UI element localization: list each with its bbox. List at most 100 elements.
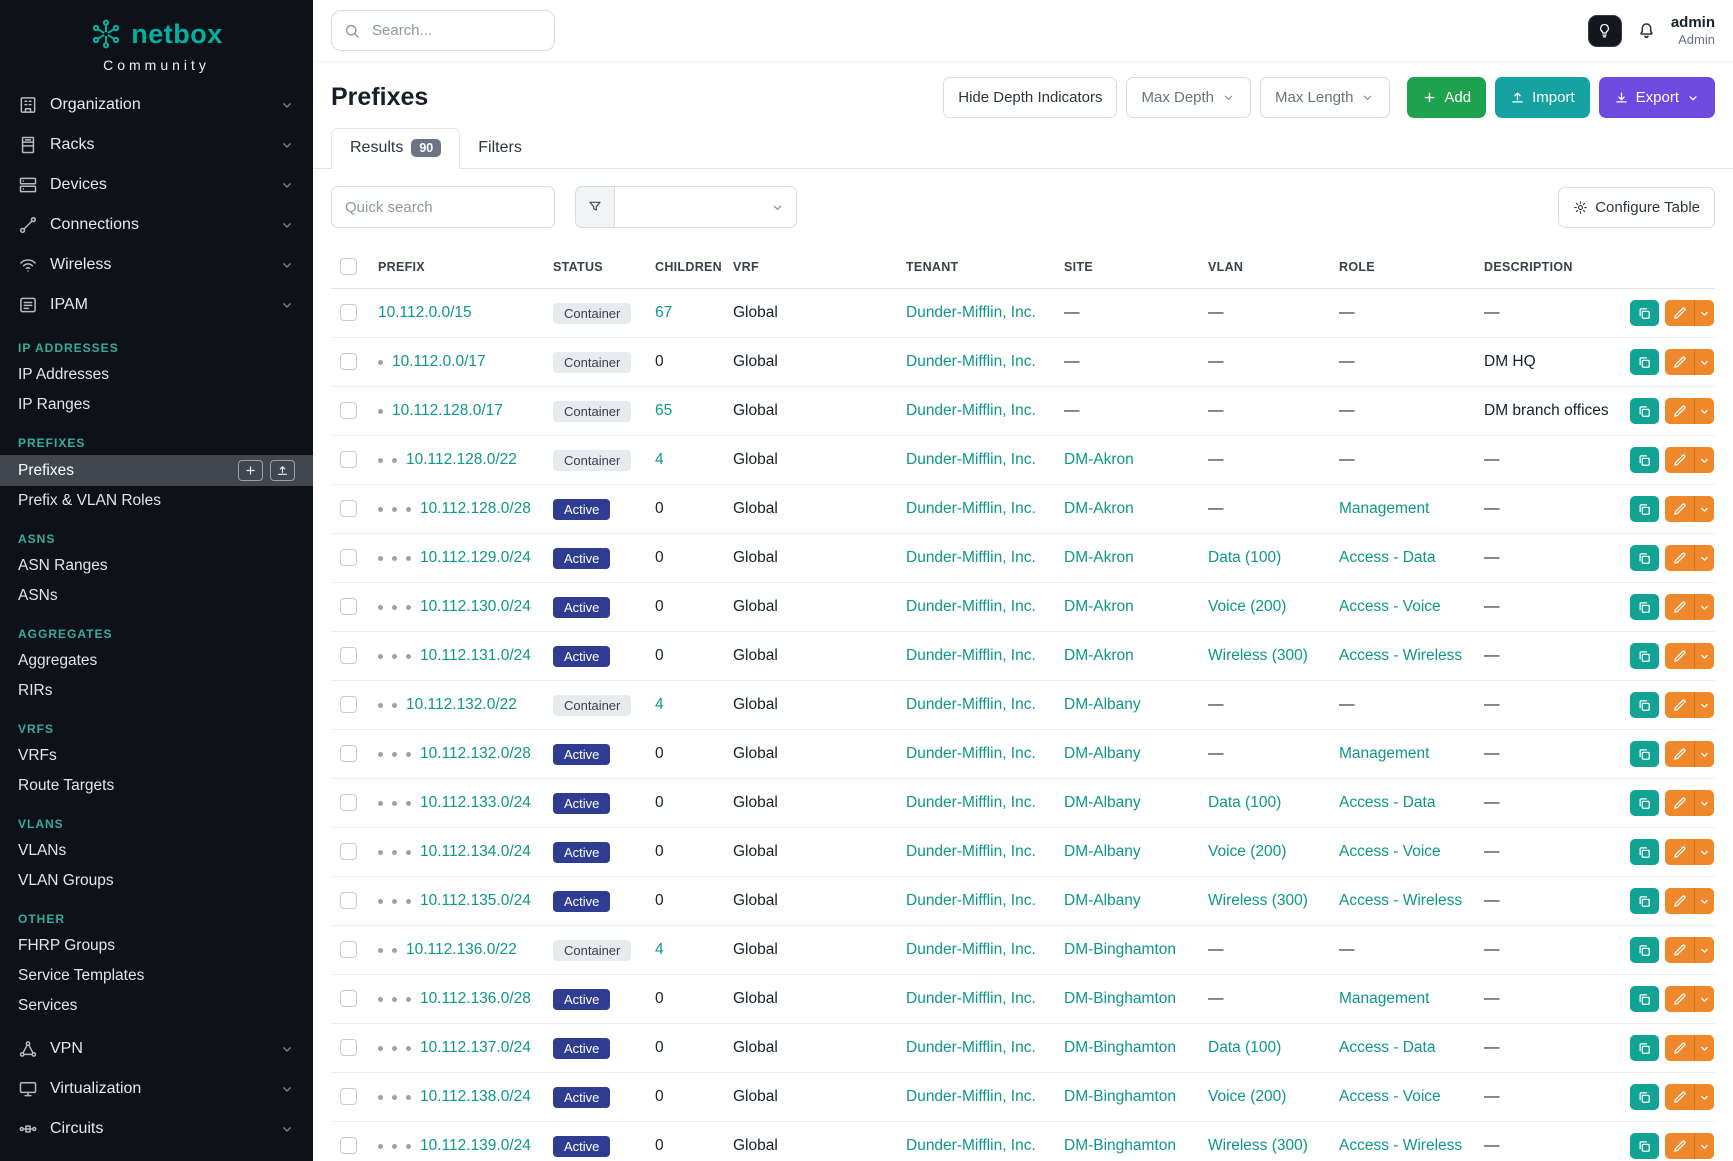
- prefix-link[interactable]: 10.112.132.0/22: [406, 696, 517, 714]
- row-checkbox[interactable]: [340, 353, 357, 370]
- role-link[interactable]: Access - Voice: [1339, 1088, 1441, 1105]
- configure-table-button[interactable]: Configure Table: [1558, 187, 1715, 228]
- clone-button[interactable]: [1630, 1084, 1659, 1110]
- edit-button[interactable]: [1665, 447, 1694, 473]
- sidebar-item-vpn[interactable]: VPN: [0, 1029, 313, 1069]
- row-checkbox[interactable]: [340, 745, 357, 762]
- edit-dropdown-button[interactable]: [1694, 398, 1714, 424]
- search-input[interactable]: [331, 10, 555, 51]
- sidebar-item-ip-addresses[interactable]: IP Addresses: [0, 360, 313, 390]
- role-link[interactable]: Access - Wireless: [1339, 647, 1462, 664]
- column-header-site[interactable]: SITE: [1055, 245, 1199, 289]
- add-button[interactable]: Add: [1407, 77, 1486, 118]
- clone-button[interactable]: [1630, 349, 1659, 375]
- sidebar-item-racks[interactable]: Racks: [0, 125, 313, 165]
- column-header-tenant[interactable]: TENANT: [897, 245, 1055, 289]
- prefix-link[interactable]: 10.112.0.0/15: [378, 304, 472, 322]
- vlan-link[interactable]: Voice (200): [1208, 843, 1286, 860]
- row-checkbox[interactable]: [340, 647, 357, 664]
- max-depth-dropdown[interactable]: Max Depth: [1126, 77, 1251, 118]
- tenant-link[interactable]: Dunder-Mifflin, Inc.: [906, 451, 1036, 468]
- sidebar-item-service-templates[interactable]: Service Templates: [0, 961, 313, 991]
- clone-button[interactable]: [1630, 692, 1659, 718]
- clone-button[interactable]: [1630, 496, 1659, 522]
- clone-button[interactable]: [1630, 300, 1659, 326]
- role-link[interactable]: Management: [1339, 745, 1429, 762]
- vlan-link[interactable]: Voice (200): [1208, 598, 1286, 615]
- role-link[interactable]: Access - Voice: [1339, 843, 1441, 860]
- quick-add-button[interactable]: [238, 460, 263, 481]
- row-checkbox[interactable]: [340, 500, 357, 517]
- edit-button[interactable]: [1665, 643, 1694, 669]
- site-link[interactable]: DM-Binghamton: [1064, 990, 1176, 1007]
- column-header-vrf[interactable]: VRF: [724, 245, 897, 289]
- site-link[interactable]: DM-Binghamton: [1064, 1039, 1176, 1056]
- site-link[interactable]: DM-Akron: [1064, 500, 1134, 517]
- edit-button[interactable]: [1665, 349, 1694, 375]
- vlan-link[interactable]: Wireless (300): [1208, 892, 1308, 909]
- edit-button[interactable]: [1665, 888, 1694, 914]
- vlan-link[interactable]: Voice (200): [1208, 1088, 1286, 1105]
- clone-button[interactable]: [1630, 643, 1659, 669]
- hide-depth-indicators-button[interactable]: Hide Depth Indicators: [943, 77, 1117, 118]
- prefix-link[interactable]: 10.112.134.0/24: [420, 843, 531, 861]
- tenant-link[interactable]: Dunder-Mifflin, Inc.: [906, 1088, 1036, 1105]
- sidebar-item-devices[interactable]: Devices: [0, 165, 313, 205]
- edit-button[interactable]: [1665, 594, 1694, 620]
- sidebar-item-asns[interactable]: ASNs: [0, 581, 313, 611]
- prefix-link[interactable]: 10.112.133.0/24: [420, 794, 531, 812]
- column-header-children[interactable]: CHILDREN: [646, 245, 724, 289]
- row-checkbox[interactable]: [340, 549, 357, 566]
- edit-dropdown-button[interactable]: [1694, 986, 1714, 1012]
- row-checkbox[interactable]: [340, 1137, 357, 1154]
- edit-dropdown-button[interactable]: [1694, 447, 1714, 473]
- quick-search-input[interactable]: [331, 186, 555, 228]
- sidebar-item-prefix-vlan-roles[interactable]: Prefix & VLAN Roles: [0, 486, 313, 516]
- row-checkbox[interactable]: [340, 304, 357, 321]
- sidebar-item-asn-ranges[interactable]: ASN Ranges: [0, 551, 313, 581]
- row-checkbox[interactable]: [340, 696, 357, 713]
- netbox-logo[interactable]: netbox Community: [0, 0, 313, 85]
- tenant-link[interactable]: Dunder-Mifflin, Inc.: [906, 941, 1036, 958]
- tenant-link[interactable]: Dunder-Mifflin, Inc.: [906, 794, 1036, 811]
- edit-dropdown-button[interactable]: [1694, 496, 1714, 522]
- prefix-link[interactable]: 10.112.135.0/24: [420, 892, 531, 910]
- site-link[interactable]: DM-Akron: [1064, 451, 1134, 468]
- saved-filter-select[interactable]: [615, 186, 797, 228]
- children-count[interactable]: 4: [655, 941, 664, 958]
- edit-button[interactable]: [1665, 300, 1694, 326]
- clone-button[interactable]: [1630, 594, 1659, 620]
- edit-dropdown-button[interactable]: [1694, 741, 1714, 767]
- prefix-link[interactable]: 10.112.0.0/17: [392, 353, 486, 371]
- prefix-link[interactable]: 10.112.138.0/24: [420, 1088, 531, 1106]
- prefix-link[interactable]: 10.112.128.0/17: [392, 402, 503, 420]
- export-button[interactable]: Export: [1599, 77, 1715, 118]
- site-link[interactable]: DM-Albany: [1064, 745, 1141, 762]
- filter-button[interactable]: [575, 186, 615, 228]
- row-checkbox[interactable]: [340, 843, 357, 860]
- tenant-link[interactable]: Dunder-Mifflin, Inc.: [906, 598, 1036, 615]
- prefix-link[interactable]: 10.112.136.0/28: [420, 990, 531, 1008]
- row-checkbox[interactable]: [340, 451, 357, 468]
- edit-button[interactable]: [1665, 398, 1694, 424]
- edit-dropdown-button[interactable]: [1694, 790, 1714, 816]
- sidebar-item-prefixes[interactable]: Prefixes: [0, 455, 313, 486]
- tenant-link[interactable]: Dunder-Mifflin, Inc.: [906, 402, 1036, 419]
- children-count[interactable]: 65: [655, 402, 672, 419]
- vlan-link[interactable]: Data (100): [1208, 1039, 1281, 1056]
- vlan-link[interactable]: Wireless (300): [1208, 1137, 1308, 1154]
- row-checkbox[interactable]: [340, 941, 357, 958]
- clone-button[interactable]: [1630, 545, 1659, 571]
- role-link[interactable]: Access - Wireless: [1339, 1137, 1462, 1154]
- site-link[interactable]: DM-Akron: [1064, 598, 1134, 615]
- tenant-link[interactable]: Dunder-Mifflin, Inc.: [906, 549, 1036, 566]
- notifications-button[interactable]: [1636, 20, 1657, 41]
- prefix-link[interactable]: 10.112.132.0/28: [420, 745, 531, 763]
- tenant-link[interactable]: Dunder-Mifflin, Inc.: [906, 745, 1036, 762]
- clone-button[interactable]: [1630, 447, 1659, 473]
- edit-button[interactable]: [1665, 986, 1694, 1012]
- clone-button[interactable]: [1630, 1035, 1659, 1061]
- tenant-link[interactable]: Dunder-Mifflin, Inc.: [906, 843, 1036, 860]
- prefix-link[interactable]: 10.112.137.0/24: [420, 1039, 531, 1057]
- sidebar-item-route-targets[interactable]: Route Targets: [0, 771, 313, 801]
